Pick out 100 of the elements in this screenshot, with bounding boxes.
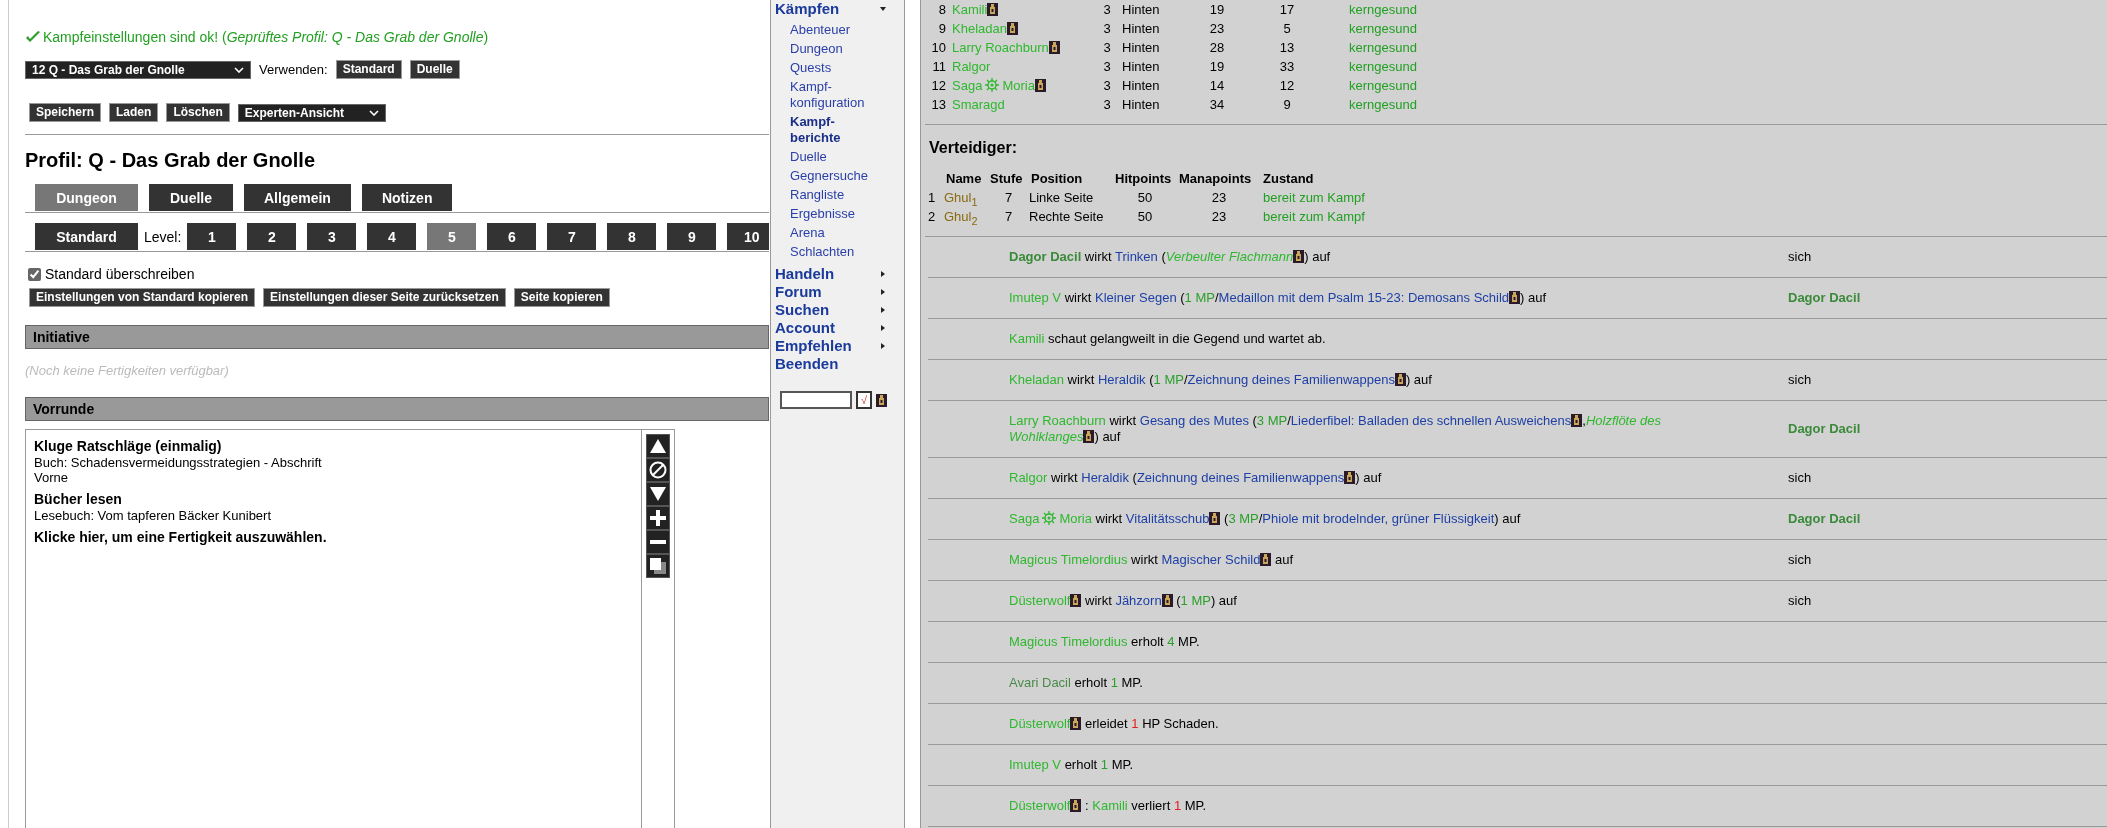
log-entry: Avari Dacil erholt 1 MP. bbox=[1009, 675, 1144, 691]
copy-icon bbox=[650, 558, 666, 574]
disable-button[interactable] bbox=[646, 458, 670, 482]
skill-link[interactable]: Liederfibel: Balladen des schnellen Ausweichens bbox=[1290, 413, 1572, 428]
move-up-button[interactable] bbox=[646, 434, 670, 458]
bottle-icon[interactable] bbox=[1161, 594, 1173, 607]
copy-settings-button[interactable]: Einstellungen dieser Seite zurücksetzen bbox=[263, 288, 506, 307]
action-button[interactable]: Speichern bbox=[29, 103, 102, 122]
copy-settings-button[interactable]: Seite kopieren bbox=[513, 288, 610, 307]
skill-link[interactable]: Vitalitätsschub bbox=[1125, 511, 1210, 526]
add-skill-prompt[interactable]: Klicke hier, um eine Fertigkeit auszuwählen. bbox=[34, 529, 633, 546]
bottle-icon[interactable] bbox=[1293, 250, 1305, 263]
level-button[interactable]: 6 bbox=[487, 223, 537, 250]
nav-menu-item[interactable]: Empfehlen bbox=[775, 337, 900, 355]
add-button[interactable] bbox=[646, 506, 670, 530]
move-down-button[interactable] bbox=[646, 482, 670, 506]
bottle-icon[interactable] bbox=[876, 393, 887, 407]
status-cell-text: kerngesund bbox=[1348, 39, 1418, 57]
nav-submenu-item[interactable]: Kampf-berichte bbox=[775, 112, 885, 147]
table-cell-text: 3 bbox=[1102, 58, 1112, 76]
log-entry: Düsterwolf erleidet 1 HP Schaden. bbox=[1009, 716, 1220, 732]
bottle-icon[interactable] bbox=[1344, 471, 1356, 484]
level-button[interactable]: 1 bbox=[187, 223, 237, 250]
bottle-icon[interactable] bbox=[1070, 799, 1082, 812]
table-cell-text: Hinten bbox=[1122, 96, 1161, 114]
skill-link[interactable]: Jähzorn bbox=[1115, 593, 1162, 608]
tab[interactable]: Allgemein bbox=[244, 184, 351, 211]
table-cell-text: 1 bbox=[928, 189, 937, 207]
level-button[interactable]: 8 bbox=[607, 223, 657, 250]
bottle-icon[interactable] bbox=[1070, 717, 1082, 730]
skill-link[interactable]: Kleiner Segen bbox=[1095, 290, 1177, 305]
target-text: sich bbox=[1788, 249, 1812, 264]
table-cell-text: 23 bbox=[1210, 189, 1228, 207]
log-entry: Imutep V erholt 1 MP. bbox=[1009, 757, 1135, 773]
tab[interactable]: Dungeon bbox=[35, 184, 138, 211]
standard-level-button[interactable]: Standard bbox=[35, 223, 138, 250]
view-select[interactable]: Experten-Ansicht bbox=[237, 103, 386, 122]
skill-link[interactable]: Medaillon mit dem Psalm 15-23: Demosans Schild bbox=[1218, 290, 1510, 305]
bottle-icon[interactable] bbox=[1006, 22, 1018, 35]
nav-menu-item[interactable]: Account bbox=[775, 319, 900, 337]
table-cell-text: 3 bbox=[1102, 39, 1112, 57]
nav-menu-item[interactable]: Kämpfen bbox=[775, 0, 900, 18]
nav-submenu-item[interactable]: Duelle bbox=[775, 147, 885, 166]
nav-menu-item[interactable]: Forum bbox=[775, 283, 900, 301]
level-button[interactable]: 7 bbox=[547, 223, 597, 250]
level-button[interactable]: 2 bbox=[247, 223, 297, 250]
nav-submenu-item[interactable]: Quests bbox=[775, 58, 885, 77]
skill-link[interactable]: Gesang des Mutes bbox=[1139, 413, 1249, 428]
skill-link[interactable]: Phiole mit brodelnder, grüner Flüssigkeit bbox=[1262, 511, 1495, 526]
skill-title[interactable]: Kluge Ratschläge (einmalig) bbox=[34, 438, 633, 455]
copy-settings-button[interactable]: Einstellungen von Standard kopieren bbox=[29, 288, 256, 307]
tab[interactable]: Duelle bbox=[149, 184, 233, 211]
nav-submenu-item[interactable]: Schlachten bbox=[775, 242, 885, 261]
action-button[interactable]: Laden bbox=[109, 103, 159, 122]
nav-submenu-item[interactable]: Rangliste bbox=[775, 185, 885, 204]
bottle-icon[interactable] bbox=[1070, 594, 1082, 607]
skill-link[interactable]: Zeichnung deines Familienwappens bbox=[1187, 372, 1395, 387]
nav-submenu-item[interactable]: Kampf-konfiguration bbox=[775, 77, 885, 112]
nav-menu-item[interactable]: Beenden bbox=[775, 355, 900, 373]
profile-select[interactable]: 12 Q - Das Grab der Gnolle bbox=[25, 60, 251, 79]
skill-link[interactable]: Trinken bbox=[1114, 249, 1158, 264]
level-button[interactable]: 10 bbox=[727, 223, 769, 250]
bottle-icon[interactable] bbox=[1209, 512, 1221, 525]
skill-link[interactable]: Zeichnung deines Familienwappens bbox=[1136, 470, 1345, 485]
table-cell-text: 50 bbox=[1136, 208, 1154, 226]
remove-button[interactable] bbox=[646, 530, 670, 554]
bottle-icon[interactable] bbox=[987, 3, 999, 16]
bottle-icon[interactable] bbox=[1394, 373, 1406, 386]
skill-link[interactable]: Magischer Schild bbox=[1161, 552, 1261, 567]
nav-submenu-item[interactable]: Abenteuer bbox=[775, 20, 885, 39]
block-icon bbox=[648, 460, 668, 480]
level-button[interactable]: 9 bbox=[667, 223, 717, 250]
copy-button[interactable] bbox=[646, 554, 670, 578]
bottle-icon[interactable] bbox=[1571, 414, 1583, 427]
nav-menu-item[interactable]: Handeln bbox=[775, 265, 900, 283]
nav-submenu-item[interactable]: Arena bbox=[775, 223, 885, 242]
skill-link[interactable]: Heraldik bbox=[1081, 470, 1129, 485]
skill-title[interactable]: Bücher lesen bbox=[34, 491, 633, 508]
skill-link[interactable]: Heraldik bbox=[1097, 372, 1146, 387]
action-button[interactable]: Löschen bbox=[166, 103, 230, 122]
bottle-icon[interactable] bbox=[1260, 553, 1272, 566]
bottle-icon[interactable] bbox=[1083, 430, 1095, 443]
nav-submenu-item[interactable]: Dungeon bbox=[775, 39, 885, 58]
tab[interactable]: Notizen bbox=[361, 184, 453, 211]
bottle-icon[interactable] bbox=[1048, 41, 1060, 54]
column-header: Position bbox=[1030, 170, 1084, 188]
nav-menu-item[interactable]: Suchen bbox=[775, 301, 900, 319]
use-button[interactable]: Standard bbox=[335, 60, 402, 79]
nav-submenu-item[interactable]: Ergebnisse bbox=[775, 204, 885, 223]
bottle-icon[interactable] bbox=[1509, 291, 1521, 304]
use-button[interactable]: Duelle bbox=[409, 60, 460, 79]
override-checkbox[interactable] bbox=[28, 267, 41, 281]
empty-note: (Noch keine Fertigkeiten verfügbar) bbox=[25, 363, 230, 379]
nav-submenu-item[interactable]: Gegnersuche bbox=[775, 166, 885, 185]
level-button[interactable]: 5 bbox=[427, 223, 477, 250]
level-button[interactable]: 3 bbox=[307, 223, 357, 250]
go-button[interactable]: √ bbox=[856, 391, 872, 409]
level-button[interactable]: 4 bbox=[367, 223, 417, 250]
search-field[interactable] bbox=[780, 391, 852, 409]
bottle-icon[interactable] bbox=[1034, 79, 1046, 92]
